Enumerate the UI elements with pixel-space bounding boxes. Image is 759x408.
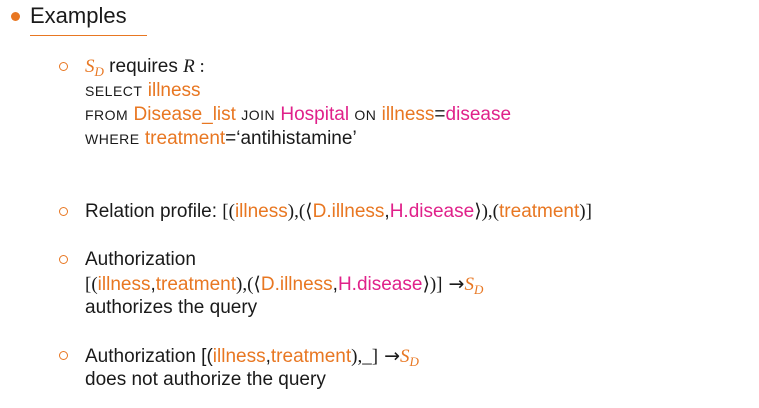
auth-attribute-treatment: treatment xyxy=(155,274,237,295)
relation-profile-line: Relation profile: [(illness),(⟨D.illness… xyxy=(85,200,592,224)
arrow-icon: → xyxy=(378,345,401,367)
profile-attribute-illness: illness xyxy=(234,201,288,222)
profile-separator-2: ⟩),( xyxy=(474,201,500,222)
sub-bullet-circle-icon xyxy=(59,255,68,264)
denied-bracket-close: ),_] xyxy=(351,346,379,367)
section-heading: Examples xyxy=(30,3,127,28)
denied-attribute-illness: illness xyxy=(212,346,266,367)
denied-label: Authorization [( xyxy=(85,346,213,367)
select-keyword: SELECT xyxy=(85,83,143,99)
denied-conclusion: does not authorize the query xyxy=(85,369,326,390)
requires-text: requires xyxy=(103,56,184,77)
auth-attribute-illness: illness xyxy=(97,274,151,295)
subject-subscript: D xyxy=(94,64,104,79)
profile-bracket-close: )] xyxy=(579,201,592,222)
authorization-conclusion: authorizes the query xyxy=(85,297,258,318)
sub-bullet-circle-icon xyxy=(59,62,68,71)
auth-d-illness: D.illness xyxy=(260,274,333,295)
auth-separator: ),(⟨ xyxy=(236,274,261,295)
profile-separator: ),(⟨ xyxy=(287,201,313,222)
example-item-authorization-granted: Authorization [(illness,treatment),(⟨D.i… xyxy=(85,248,483,320)
profile-d-illness: D.illness xyxy=(312,201,385,222)
authorization-rule-line: [(illness,treatment),(⟨D.illness,H.disea… xyxy=(85,272,484,297)
heading-underline xyxy=(30,35,147,36)
denied-rule-line: Authorization [(illness,treatment),_] →S… xyxy=(85,344,419,369)
from-keyword: FROM xyxy=(85,107,129,123)
from-table-hospital: Hospital xyxy=(280,104,350,125)
sql-select-line: SELECT illness xyxy=(85,79,511,103)
arrow-icon: → xyxy=(442,273,465,295)
sub-bullet-circle-icon xyxy=(59,351,68,360)
auth-subject-symbol: S xyxy=(464,274,474,295)
auth-bracket-open: [( xyxy=(85,274,98,295)
example-item-requirement: SD requires R : SELECT illness FROM Dise… xyxy=(85,55,511,151)
on-keyword: ON xyxy=(354,107,377,123)
sub-bullet-circle-icon xyxy=(59,207,68,216)
colon-text: : xyxy=(194,56,205,77)
sql-where-line: WHERE treatment=‘antihistamine’ xyxy=(85,127,511,151)
equals-sign: = xyxy=(434,104,446,125)
denied-attribute-treatment: treatment xyxy=(270,346,352,367)
profile-bracket-open: [( xyxy=(222,201,235,222)
where-attribute: treatment xyxy=(144,128,226,149)
example-item-authorization-denied: Authorization [(illness,treatment),_] →S… xyxy=(85,344,419,392)
subject-symbol: S xyxy=(85,56,95,77)
authorization-label: Authorization xyxy=(85,249,196,270)
denied-subject-symbol: S xyxy=(400,346,410,367)
join-left-attribute: illness xyxy=(381,104,435,125)
select-attribute: illness xyxy=(147,80,201,101)
from-table-disease-list: Disease_list xyxy=(133,104,236,125)
slide: Examples SD requires R : SELECT illness … xyxy=(0,0,759,408)
auth-h-disease: H.disease xyxy=(337,274,423,295)
join-keyword: JOIN xyxy=(241,107,276,123)
sql-from-line: FROM Disease_list JOIN Hospital ON illne… xyxy=(85,103,511,127)
where-value: =‘antihistamine’ xyxy=(225,128,357,149)
auth-subject-subscript: D xyxy=(473,282,484,297)
where-keyword: WHERE xyxy=(85,131,140,147)
example-item-relation-profile: Relation profile: [(illness),(⟨D.illness… xyxy=(85,200,592,224)
profile-attribute-treatment: treatment xyxy=(499,201,580,222)
bullet-dot-icon xyxy=(11,12,20,21)
requirement-line: SD requires R : xyxy=(85,55,511,79)
profile-h-disease: H.disease xyxy=(389,201,475,222)
query-symbol: R xyxy=(183,56,195,77)
auth-bracket-close: ⟩)] xyxy=(422,274,443,295)
denied-subject-subscript: D xyxy=(409,354,419,369)
relation-profile-label: Relation profile: xyxy=(85,201,223,222)
join-right-attribute: disease xyxy=(445,104,512,125)
